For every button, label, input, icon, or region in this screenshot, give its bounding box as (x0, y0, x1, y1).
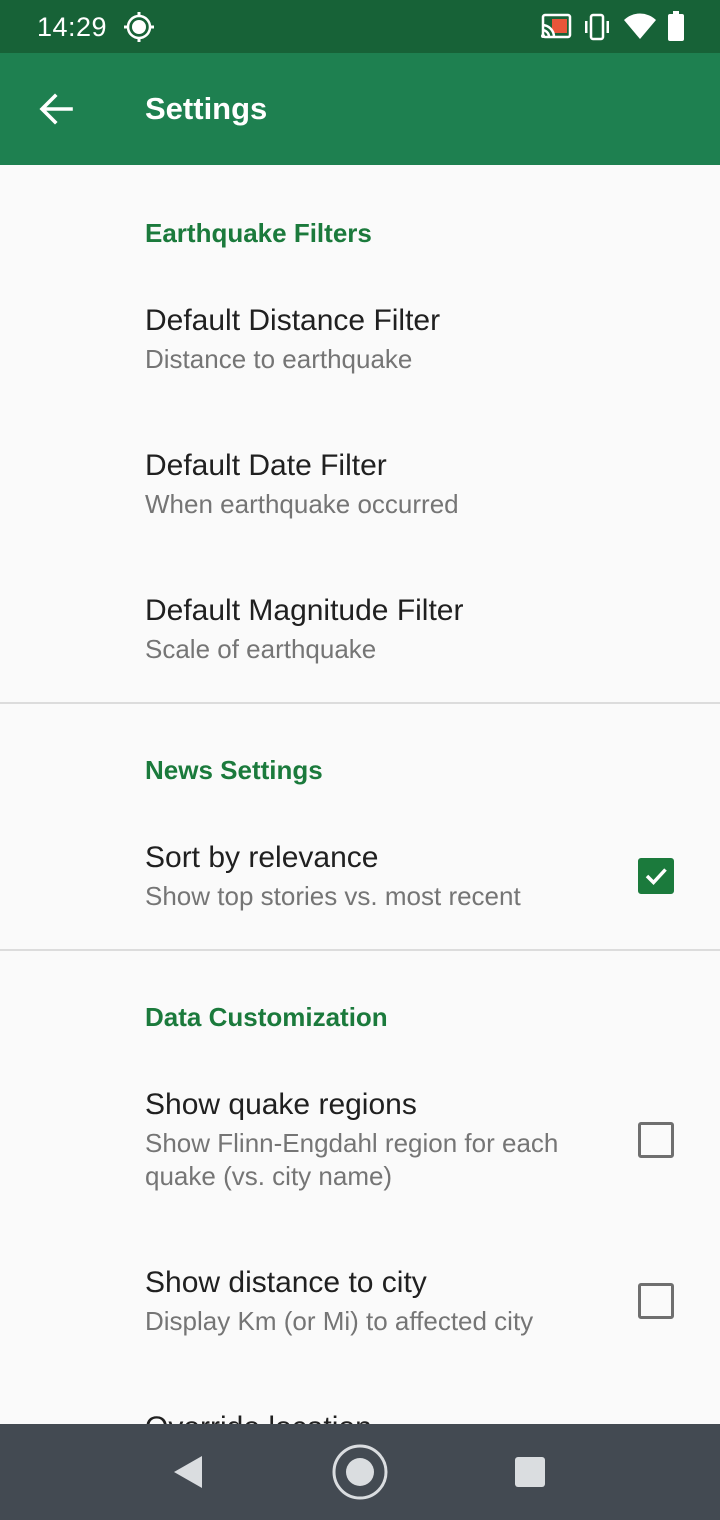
pref-show-distance-to-city[interactable]: Show distance to city Display Km (or Mi)… (145, 1265, 615, 1338)
vibrate-icon (585, 13, 609, 41)
section-divider (0, 702, 720, 704)
status-bar: 14:29 (0, 0, 720, 53)
show-distance-to-city-checkbox[interactable] (638, 1283, 674, 1319)
pref-summary: Show Flinn-Engdahl region for each quake… (145, 1128, 559, 1191)
pref-default-distance-filter[interactable]: Default Distance Filter Distance to eart… (145, 303, 615, 376)
section-header-earthquake-filters: Earthquake Filters (145, 218, 372, 248)
pref-title: Default Distance Filter (145, 304, 441, 337)
cast-icon (541, 13, 572, 39)
pref-title: Override location (145, 1410, 615, 1424)
section-header-news-settings: News Settings (145, 755, 323, 785)
sort-by-relevance-checkbox[interactable] (638, 858, 674, 894)
page-title: Settings (145, 91, 268, 126)
nav-home-icon[interactable] (331, 1443, 389, 1501)
settings-list[interactable]: Earthquake Filters Default Distance Filt… (0, 165, 720, 1424)
pref-title: Default Date Filter (145, 449, 387, 482)
arrow-back-icon[interactable] (38, 91, 74, 127)
section-divider (0, 949, 720, 951)
pref-summary: Display Km (or Mi) to affected city (145, 1306, 534, 1336)
pref-summary: When earthquake occurred (145, 489, 459, 519)
section-header-data-customization: Data Customization (145, 1002, 388, 1032)
pref-sort-by-relevance[interactable]: Sort by relevance Show top stories vs. m… (145, 840, 615, 913)
pref-title: Sort by relevance (145, 841, 379, 874)
pref-summary: Show top stories vs. most recent (145, 881, 521, 911)
nav-back-icon[interactable] (172, 1455, 204, 1489)
status-time: 14:29 (37, 12, 108, 42)
sync-icon (124, 12, 154, 42)
pref-show-quake-regions[interactable]: Show quake regions Show Flinn-Engdahl re… (145, 1087, 615, 1193)
navigation-bar (0, 1424, 720, 1520)
app-bar: Settings (0, 53, 720, 165)
pref-override-location[interactable]: Override location (145, 1410, 615, 1424)
pref-summary: Scale of earthquake (145, 634, 377, 664)
battery-icon (668, 11, 684, 41)
show-quake-regions-checkbox[interactable] (638, 1122, 674, 1158)
pref-default-date-filter[interactable]: Default Date Filter When earthquake occu… (145, 448, 615, 521)
pref-title: Show quake regions (145, 1088, 417, 1121)
pref-title: Show distance to city (145, 1266, 427, 1299)
wifi-icon (624, 13, 656, 39)
nav-recents-icon[interactable] (514, 1456, 546, 1488)
pref-default-magnitude-filter[interactable]: Default Magnitude Filter Scale of earthq… (145, 593, 615, 666)
pref-summary: Distance to earthquake (145, 344, 413, 374)
pref-title: Default Magnitude Filter (145, 594, 464, 627)
check-icon (645, 868, 667, 886)
